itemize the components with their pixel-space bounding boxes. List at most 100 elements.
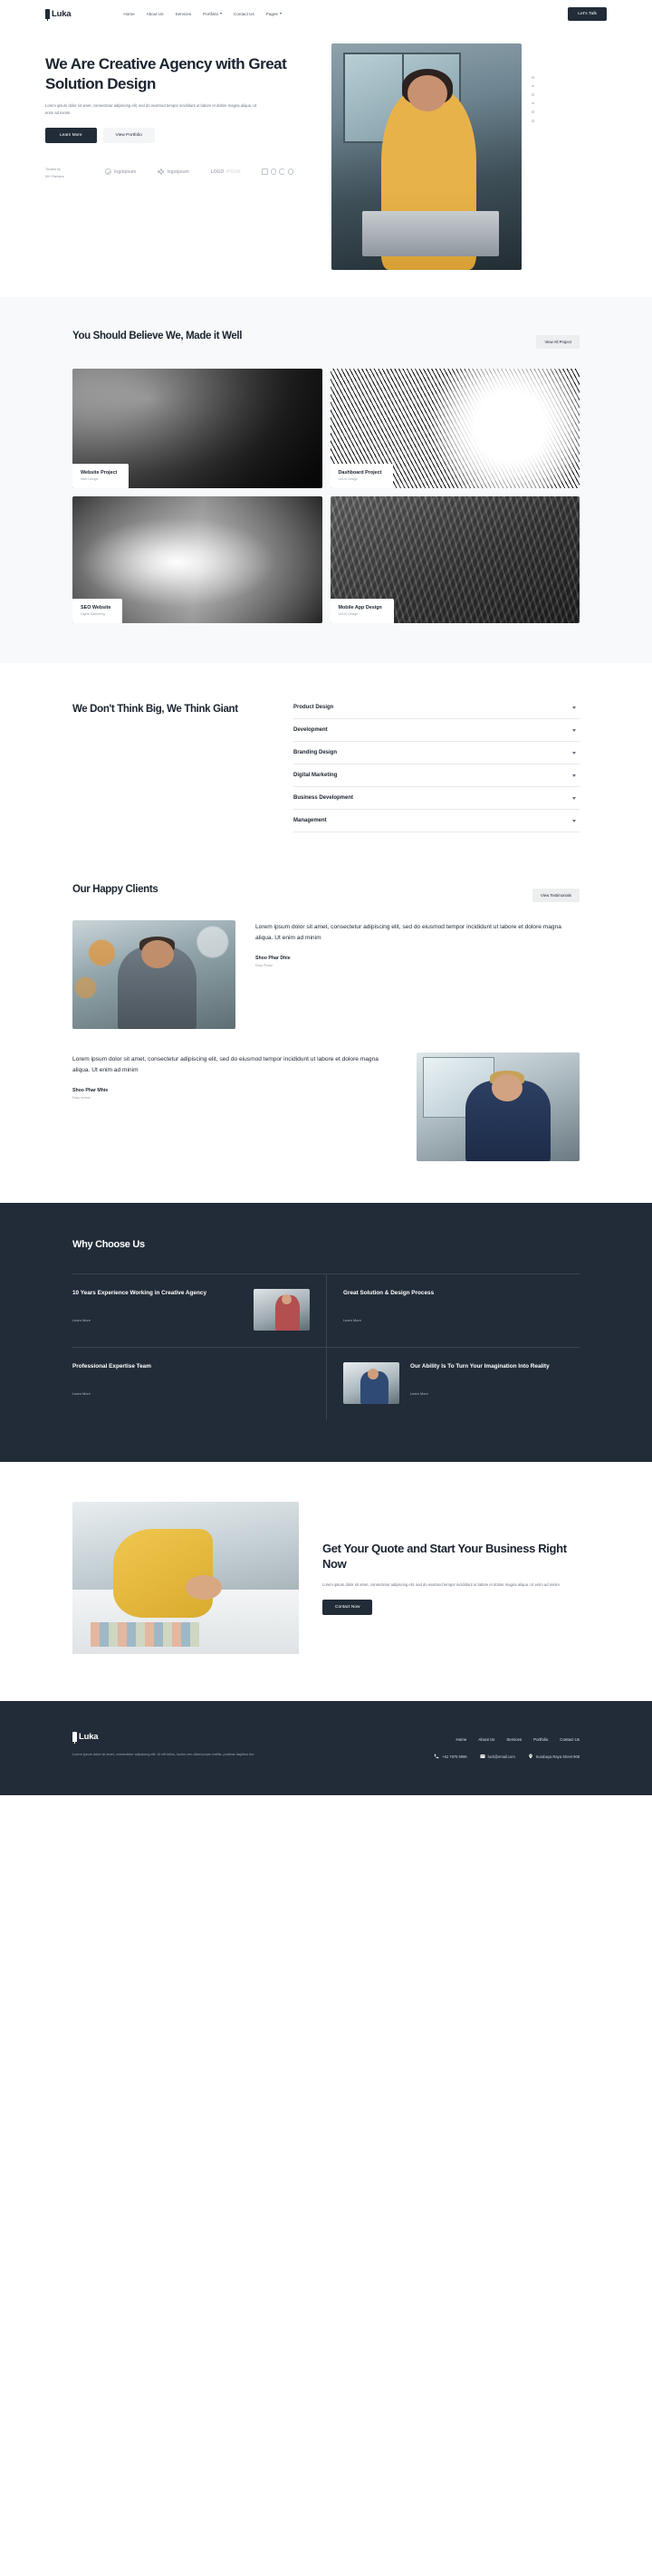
project-card[interactable]: Dashboard Project UI/UX Design <box>330 369 580 488</box>
nav-item-pages[interactable]: Pages <box>266 12 282 16</box>
testimonial-photo <box>417 1053 580 1161</box>
testimonial-role: Easy Phase <box>255 964 273 968</box>
testimonial-item: Lorem ipsum dolor sit amet, consectetur … <box>72 920 580 1029</box>
footer-nav-services[interactable]: Services <box>506 1737 522 1742</box>
location-icon <box>529 1754 532 1759</box>
nav-item-contact[interactable]: Contact Us <box>234 12 254 16</box>
accordion-label: Product Design <box>293 705 334 710</box>
project-tag: Mobile App Design UI/UX Design <box>330 598 394 623</box>
accordion-item-business-development[interactable]: Business Development <box>293 787 580 810</box>
project-title: Website Project <box>81 469 118 476</box>
project-card[interactable]: Mobile App Design UI/UX Design <box>330 496 580 623</box>
decorative-dots <box>532 76 534 122</box>
quote-image <box>72 1502 299 1654</box>
why-learn-more-link[interactable]: Learn More <box>343 1318 563 1322</box>
why-learn-more-link[interactable]: Learn More <box>72 1318 243 1322</box>
square-circles-icon <box>262 168 268 175</box>
why-cell-title: Great Solution & Design Process <box>343 1290 435 1296</box>
why-cell-image <box>343 1362 399 1404</box>
circle-open-icon <box>279 168 285 175</box>
accordion-item-management[interactable]: Management <box>293 810 580 832</box>
accordion-item-development[interactable]: Development <box>293 719 580 742</box>
footer-phone-text: +62 7878 9995 <box>442 1754 467 1759</box>
trusted-by-label: Trusted by 50+ Partners <box>45 168 64 179</box>
nav-label: Pages <box>265 11 278 16</box>
project-card[interactable]: Website Project Web Design <box>72 369 322 488</box>
footer-contacts: +62 7878 9995 luck@email.com Surabaya Ra… <box>434 1754 580 1759</box>
project-grid: Website Project Web Design Dashboard Pro… <box>72 369 580 623</box>
testimonials-title: Our Happy Clients <box>72 884 158 895</box>
view-portfolio-button[interactable]: View Portfolio <box>102 128 155 144</box>
mail-icon <box>480 1754 485 1758</box>
nav-item-about[interactable]: About Us <box>147 12 164 16</box>
portfolio-title: You Should Believe We, Made it Well <box>72 331 243 341</box>
view-testimonials-button[interactable]: View Testimonials <box>532 889 580 902</box>
footer-nav-portfolio[interactable]: Portfolio <box>533 1737 548 1742</box>
chevron-down-icon <box>220 13 223 14</box>
quote-title: Get Your Quote and Start Your Business R… <box>322 1541 567 1572</box>
circle-icon <box>270 168 277 175</box>
why-cell-title: 10 Years Experience Working in Creative … <box>72 1290 207 1296</box>
accordion-label: Management <box>293 818 327 823</box>
partner-logos: logoipsum logoipsum LOGO IPSUM <box>105 167 294 176</box>
testimonial-name: Shoo Phar Mhie <box>72 1088 109 1094</box>
portfolio-section: You Should Believe We, Made it Well View… <box>0 297 652 663</box>
why-grid: 10 Years Experience Working in Creative … <box>72 1274 580 1420</box>
testimonial-quote: Lorem ipsum dolor sit amet, consectetur … <box>72 1056 379 1074</box>
project-category: UI/UX Design <box>338 612 359 616</box>
why-cell: Our Ability Is To Turn Your Imagination … <box>326 1347 580 1420</box>
phone-icon <box>434 1754 439 1759</box>
footer-brand[interactable]: Luka <box>72 1732 281 1744</box>
site-header: Luka Home About Us Services Portfolio Co… <box>0 0 652 27</box>
brand-logo[interactable]: Luka <box>45 8 72 21</box>
bookmark-icon <box>45 8 50 21</box>
services-section: We Don't Think Big, We Think Giant Produ… <box>0 663 652 876</box>
why-learn-more-link[interactable]: Learn More <box>72 1391 310 1396</box>
nav-label: Portfolio <box>203 11 219 16</box>
nav-item-services[interactable]: Services <box>176 12 192 16</box>
nav-item-home[interactable]: Home <box>123 12 134 16</box>
why-cell-title: Our Ability Is To Turn Your Imagination … <box>410 1363 550 1370</box>
contact-now-button[interactable]: Contact Now <box>322 1600 373 1616</box>
accordion-item-digital-marketing[interactable]: Digital Marketing <box>293 764 580 787</box>
quote-cta-section: Get Your Quote and Start Your Business R… <box>0 1462 652 1701</box>
footer-nav-about[interactable]: About Us <box>478 1737 494 1742</box>
circle-icon <box>287 168 294 175</box>
hero-title: We Are Creative Agency with Great Soluti… <box>45 55 287 92</box>
page-root: Luka Home About Us Services Portfolio Co… <box>0 0 652 1795</box>
hero-subtitle: Lorem ipsum dolor sit amet, consectetur … <box>45 102 257 116</box>
footer-nav-home[interactable]: Home <box>456 1737 467 1742</box>
footer-phone[interactable]: +62 7878 9995 <box>434 1754 467 1759</box>
accordion-item-branding-design[interactable]: Branding Design <box>293 742 580 764</box>
nav-item-portfolio[interactable]: Portfolio <box>203 11 223 16</box>
chevron-down-icon <box>572 706 576 709</box>
testimonial-name: Shoo Phar Dhie <box>255 956 291 962</box>
project-tag: SEO Website Digital Marketing <box>72 598 123 623</box>
circle-slash-icon <box>105 168 111 176</box>
logo-text: LOGO <box>210 168 225 175</box>
bookmark-icon <box>72 1732 77 1744</box>
testimonial-photo <box>72 920 235 1029</box>
why-learn-more-link[interactable]: Learn More <box>410 1391 563 1396</box>
partner-logo: logoipsum <box>158 168 189 175</box>
project-title: Dashboard Project <box>338 469 382 476</box>
nav-label: Home <box>123 11 135 16</box>
project-card[interactable]: SEO Website Digital Marketing <box>72 496 322 623</box>
why-title: Why Choose Us <box>72 1239 145 1250</box>
footer-address[interactable]: Surabaya Raya Street 908 <box>528 1754 580 1759</box>
lets-talk-button[interactable]: Let's Talk <box>568 6 607 21</box>
accordion-item-product-design[interactable]: Product Design <box>293 703 580 719</box>
hero-image <box>331 43 522 270</box>
project-title: Mobile App Design <box>338 604 382 610</box>
footer-nav-contact[interactable]: Contact Us <box>560 1737 580 1742</box>
accordion-label: Business Development <box>293 795 354 801</box>
project-title: SEO Website <box>81 604 111 610</box>
why-cell-image <box>254 1289 310 1331</box>
project-category: UI/UX Design <box>338 477 359 481</box>
testimonial-item: Lorem ipsum dolor sit amet, consectetur … <box>72 1053 580 1161</box>
learn-more-button[interactable]: Learn More <box>45 128 97 144</box>
view-all-project-button[interactable]: View All Project <box>536 335 580 349</box>
testimonials-section: Our Happy Clients View Testimonials Lore… <box>0 876 652 1203</box>
footer-email[interactable]: luck@email.com <box>480 1754 515 1759</box>
chevron-down-icon <box>572 728 576 732</box>
